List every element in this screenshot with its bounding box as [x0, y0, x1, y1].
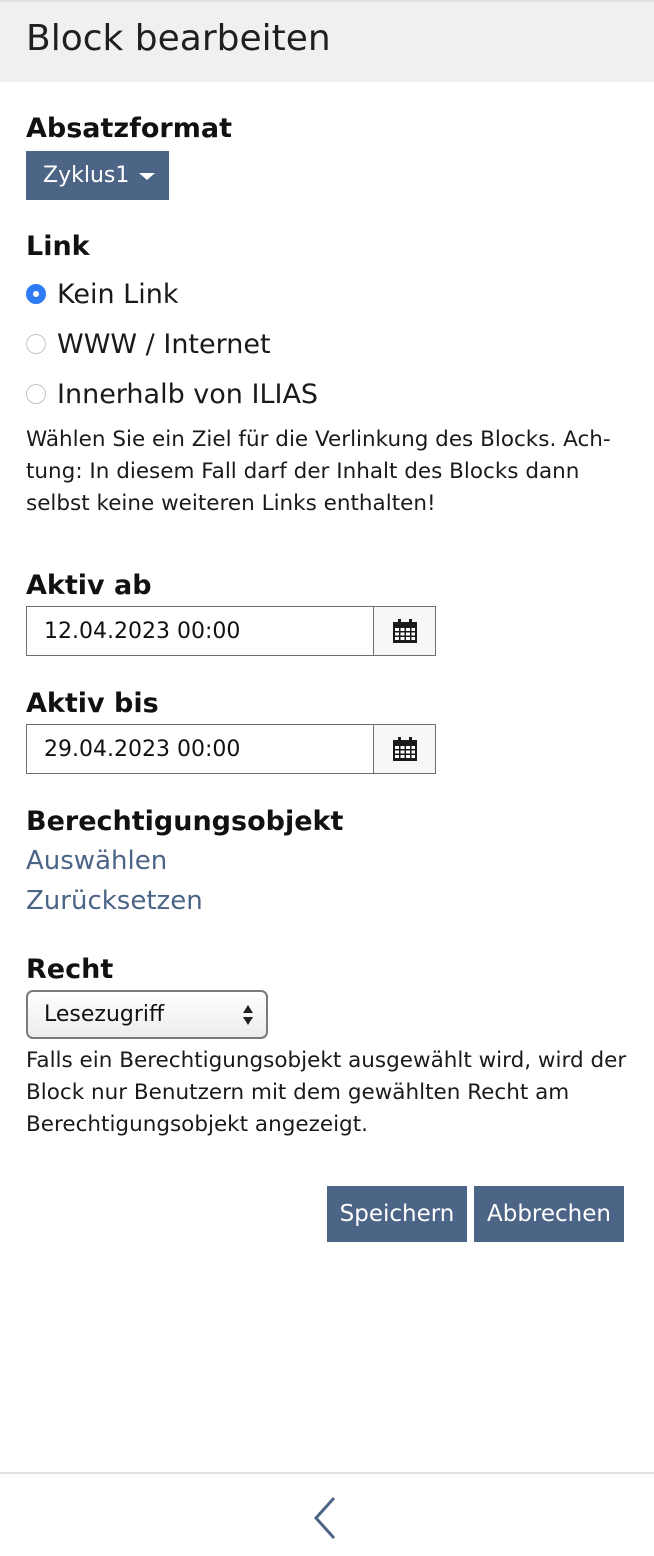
panel-header: Block bearbeiten	[0, 0, 654, 82]
select-arrows-icon	[243, 1005, 253, 1025]
right-help-text: Falls ein Berechtigungsobjekt ausgewählt…	[26, 1048, 627, 1137]
active-until-label: Aktiv bis	[26, 688, 159, 719]
page-title: Block bearbeiten	[26, 18, 331, 59]
cancel-button[interactable]: Abbrechen	[474, 1186, 624, 1242]
caret-down-icon	[139, 172, 156, 180]
bottom-divider	[0, 1472, 654, 1474]
chevron-left-icon	[313, 1496, 336, 1540]
calendar-icon	[392, 737, 417, 761]
select-permission-object-link[interactable]: Auswählen	[26, 846, 167, 876]
radio-no-link[interactable]: Kein Link	[26, 277, 178, 311]
radio-www-internet[interactable]: WWW / Internet	[26, 327, 271, 361]
back-button[interactable]	[300, 1490, 350, 1546]
paragraph-format-dropdown[interactable]: Zyklus1	[26, 151, 169, 200]
save-button[interactable]: Speichern	[327, 1186, 467, 1242]
active-from-calendar-button[interactable]	[373, 607, 435, 655]
right-label: Recht	[26, 954, 114, 985]
calendar-icon	[392, 619, 417, 643]
active-until-calendar-button[interactable]	[373, 725, 435, 773]
permission-object-label: Berechtigungsobjekt	[26, 806, 344, 837]
link-label: Link	[26, 231, 90, 262]
active-until-group	[26, 724, 436, 774]
radio-www-internet-label: WWW / Internet	[57, 328, 271, 360]
radio-within-ilias[interactable]: Innerhalb von ILIAS	[26, 377, 318, 411]
reset-permission-object-link[interactable]: Zurücksetzen	[26, 886, 203, 916]
radio-button[interactable]	[26, 384, 46, 404]
active-from-label: Aktiv ab	[26, 570, 152, 601]
active-from-input[interactable]	[27, 607, 373, 655]
link-help-text: Wählen Sie ein Ziel für die Verlinkung d…	[26, 427, 611, 516]
active-until-input[interactable]	[27, 725, 373, 773]
radio-button[interactable]	[26, 334, 46, 354]
radio-button-checked[interactable]	[26, 284, 46, 304]
radio-within-ilias-label: Innerhalb von ILIAS	[57, 378, 319, 410]
radio-no-link-label: Kein Link	[57, 278, 179, 310]
active-from-group	[26, 606, 436, 656]
paragraph-format-value: Zyklus1	[43, 163, 130, 188]
right-select[interactable]: Lesezugriff	[26, 990, 268, 1039]
right-select-value: Lesezugriff	[44, 1002, 165, 1027]
paragraph-format-label: Absatzformat	[26, 113, 233, 144]
